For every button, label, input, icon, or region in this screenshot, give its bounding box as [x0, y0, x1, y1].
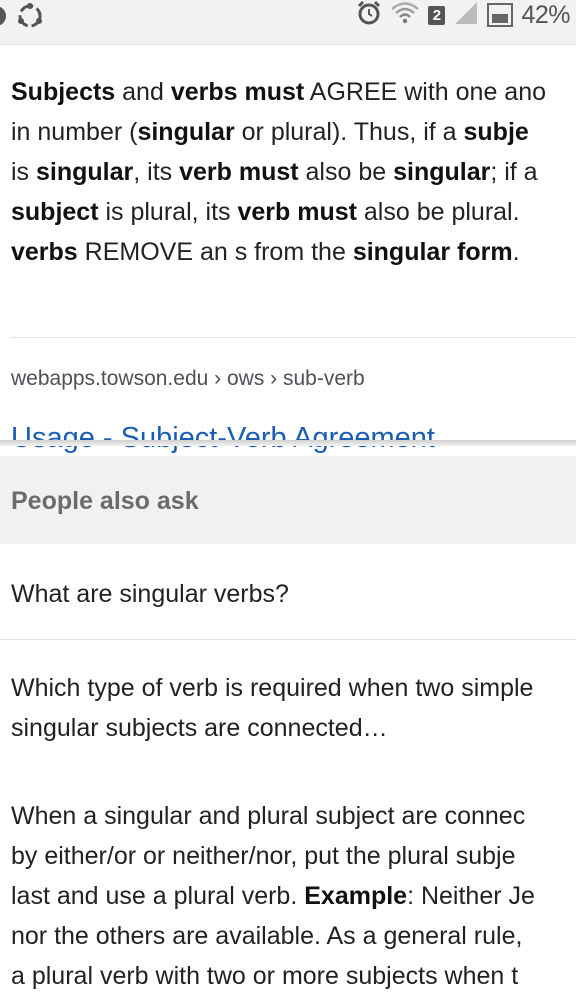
status-bar-left [0, 2, 44, 35]
snippet-segment: also be plural. [356, 198, 520, 226]
snippet-line: subject is plural, its verb must also be… [11, 192, 576, 232]
snippet-segment: or plural). Thus, if a [234, 118, 464, 146]
answer-segment: When a singular and plural subject are c… [11, 802, 526, 830]
snippet-segment: AGREE with one ano [304, 78, 547, 106]
snippet-segment: also be [298, 158, 394, 186]
answer-segment: by either/or or neither/nor, put the plu… [11, 842, 516, 870]
snippet-segment: verb must [237, 198, 357, 226]
snippet-segment: . [512, 238, 520, 266]
answer-line: nor the others are available. As a gener… [11, 916, 576, 956]
snippet-line: verbs REMOVE an s from the singular form… [11, 232, 576, 272]
snippet-line: Subjects and verbs must AGREE with one a… [11, 72, 576, 112]
answer-segment: Example [304, 882, 408, 910]
featured-snippet-card: Subjects and verbs must AGREE with one a… [0, 45, 576, 454]
snippet-line: in number (singular or plural). Thus, if… [11, 112, 576, 152]
snippet-segment: subject [11, 198, 99, 226]
status-bar: 2 42% [0, 0, 576, 45]
answer-text: When a singular and plural subject are c… [11, 796, 576, 996]
answer-line: by either/or or neither/nor, put the plu… [11, 836, 576, 876]
snippet-segment: is plural, its [98, 198, 238, 226]
people-also-ask-header: People also ask [0, 456, 576, 544]
snippet-segment: subje [463, 118, 529, 146]
answer-line: a plural verb with two or more subjects … [11, 956, 576, 996]
notification-icon [0, 2, 10, 35]
result-source-url[interactable]: webapps.towson.edu › ows › sub-verb [11, 367, 365, 391]
answer-segment: nor the others are available. As a gener… [11, 922, 523, 950]
answer-line: When a singular and plural subject are c… [11, 796, 576, 836]
snippet-segment: is [11, 158, 36, 186]
answer-segment: a plural verb with two or more subjects … [11, 962, 519, 990]
answer-segment: last and use a plural verb. [11, 882, 305, 910]
status-bar-right: 2 42% [356, 0, 570, 30]
snippet-segment: singular form [352, 238, 513, 266]
snippet-segment: ; if a [490, 158, 538, 186]
snippet-segment: Subjects [11, 78, 116, 106]
alarm-icon [356, 0, 382, 31]
snippet-segment: REMOVE an s from the [77, 238, 353, 266]
snippet-segment: singular [36, 158, 134, 186]
question-text: What are singular verbs? [11, 580, 289, 608]
wifi-icon [390, 0, 420, 31]
battery-icon [487, 3, 514, 27]
snippet-segment: in number ( [11, 118, 138, 146]
answer-segment: : Neither Je [407, 882, 535, 910]
snippet-segment: , its [133, 158, 180, 186]
snippet-segment: and [115, 78, 171, 106]
snippet-segment: singular [137, 118, 235, 146]
snippet-segment: verb must [179, 158, 299, 186]
snippet-text: Subjects and verbs must AGREE with one a… [11, 72, 576, 272]
result-title-link[interactable]: Usage - Subject-Verb Agreement [11, 422, 435, 455]
card-shadow [0, 440, 576, 446]
answer-line: last and use a plural verb. Example: Nei… [11, 876, 576, 916]
question-item[interactable]: What are singular verbs? [0, 545, 576, 639]
sync-icon [16, 2, 44, 35]
signal-icon [453, 0, 479, 31]
notification-badge: 2 [428, 5, 446, 25]
divider [11, 337, 576, 338]
snippet-segment: singular [393, 158, 491, 186]
snippet-line: is singular, its verb must also be singu… [11, 152, 576, 192]
people-also-ask-title: People also ask [11, 487, 199, 515]
question-item[interactable]: Which type of verb is required when two … [0, 640, 576, 780]
question-text: Which type of verb is required when two … [11, 674, 534, 742]
snippet-segment: verbs [11, 238, 78, 266]
battery-percent: 42% [521, 0, 570, 29]
snippet-segment: verbs must [170, 78, 305, 106]
